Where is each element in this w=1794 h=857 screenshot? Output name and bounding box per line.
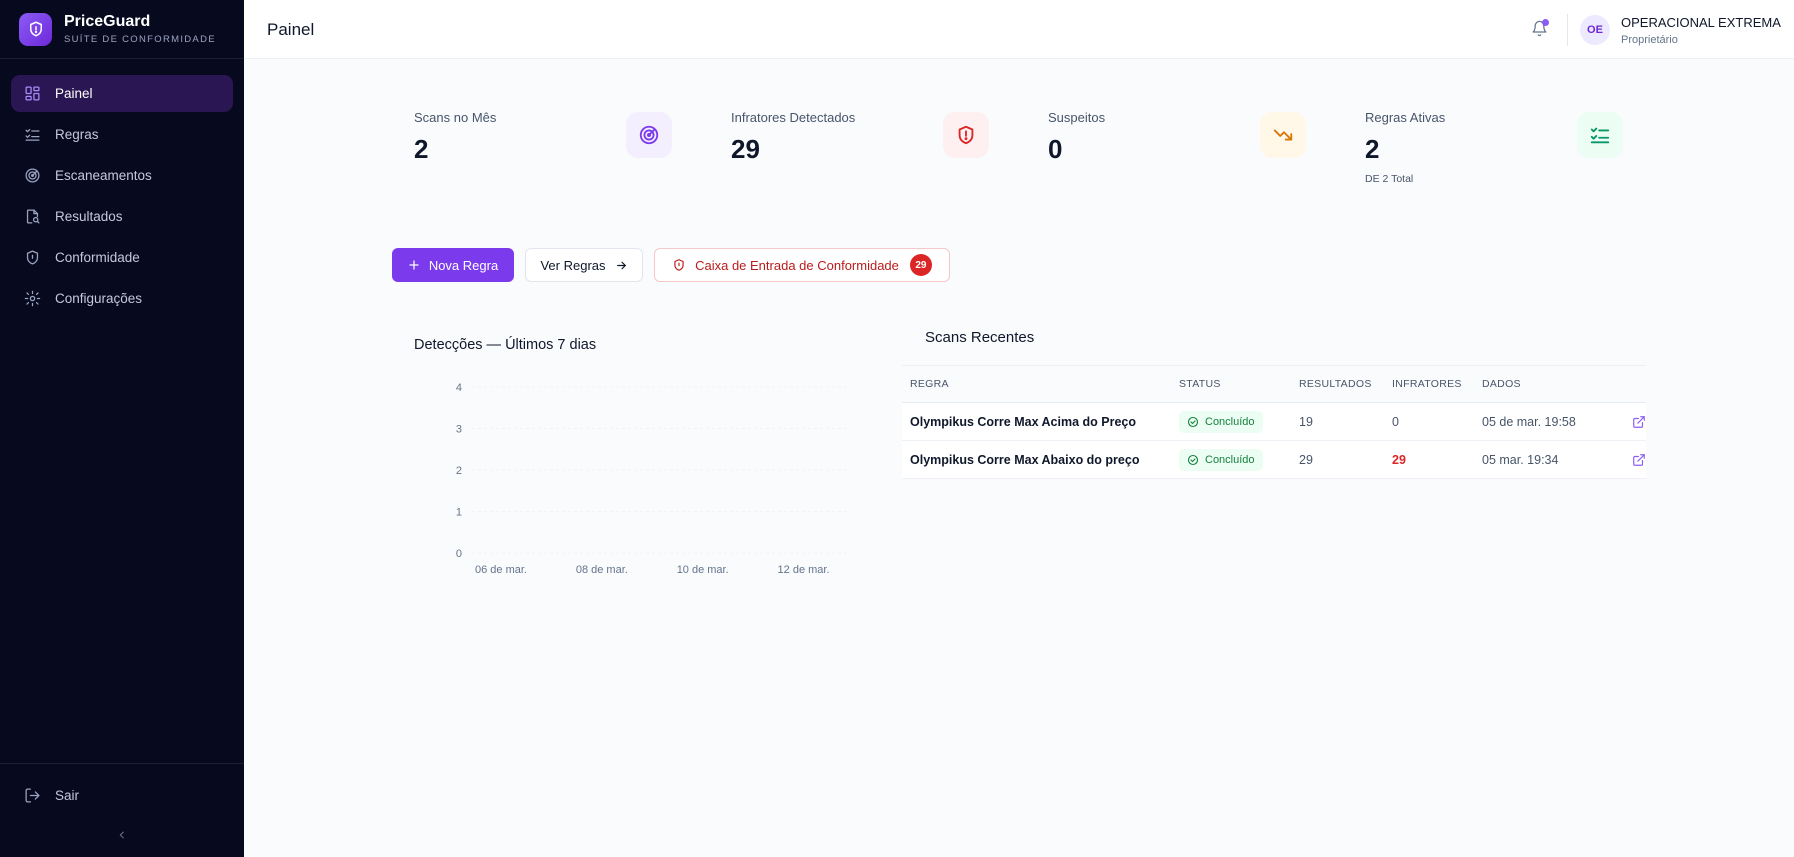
new-rule-label: Nova Regra	[428, 257, 499, 273]
radar-icon	[23, 167, 41, 185]
header-divider	[1567, 14, 1568, 46]
view-rules-button[interactable]: Ver Regras	[525, 248, 643, 282]
radar-icon	[626, 112, 672, 158]
gear-icon	[23, 290, 41, 308]
column-header-status: STATUS	[1179, 378, 1221, 390]
open-external-button[interactable]	[1612, 415, 1646, 429]
compliance-inbox-button[interactable]: Caixa de Entrada de Conformidade 29	[654, 248, 950, 282]
brand: PriceGuard SUÍTE DE CONFORMIDADE	[0, 0, 244, 59]
compliance-inbox-label: Caixa de Entrada de Conformidade	[695, 257, 899, 273]
external-link-icon	[1633, 415, 1645, 428]
x-tick-label: 06 de mar.	[475, 564, 527, 575]
results-count: 19	[1299, 414, 1313, 429]
stat-card-infratores: Infratores Detectados 29	[731, 110, 1011, 165]
check-circle-icon	[1187, 416, 1199, 427]
status-text: Concluído	[1205, 415, 1255, 428]
view-rules-label: Ver Regras	[540, 257, 606, 273]
column-header-rule: REGRA	[910, 378, 949, 390]
collapse-sidebar-button[interactable]	[114, 827, 130, 843]
plus-icon	[408, 259, 420, 271]
top-header: Painel OE OPERACIONAL EXTREMA Proprietár…	[244, 0, 1794, 59]
avatar[interactable]: OE	[1580, 15, 1610, 45]
x-tick-label: 12 de mar.	[778, 564, 830, 575]
stat-card-regras-ativas: Regras Ativas 2 DE 2 Total	[1365, 110, 1645, 185]
column-header-results: RESULTADOS	[1299, 378, 1372, 390]
shield-icon	[23, 249, 41, 267]
external-link-icon	[1633, 453, 1645, 466]
y-tick-label: 0	[456, 548, 462, 560]
rule-name: Olympikus Corre Max Abaixo do preço	[910, 452, 1140, 467]
logout-button[interactable]: Sair	[0, 780, 244, 810]
stat-subtext: DE 2 Total	[1365, 173, 1414, 185]
sidebar-item-escaneamentos[interactable]: Escaneamentos	[11, 157, 233, 194]
sidebar-item-label: Regras	[55, 127, 99, 142]
list-check-icon	[1577, 112, 1623, 158]
stat-card-scans: Scans no Mês 2	[414, 110, 694, 165]
table-header: REGRA STATUS RESULTADOS INFRATORES DADOS	[902, 365, 1646, 403]
shield-logo-icon	[19, 12, 52, 46]
dashboard-grid-icon	[23, 85, 41, 103]
shield-alert-icon	[672, 258, 686, 272]
column-header-violators: INFRATORES	[1392, 378, 1462, 390]
user-role: Proprietário	[1621, 34, 1678, 46]
sidebar-item-label: Escaneamentos	[55, 168, 152, 183]
check-circle-icon	[1187, 454, 1199, 465]
logout-icon	[23, 786, 41, 804]
column-header-date: DADOS	[1482, 378, 1521, 390]
sidebar-nav: Painel Regras Escaneamentos Resultados C…	[0, 59, 244, 317]
page-title: Painel	[267, 20, 315, 39]
y-tick-label: 4	[456, 382, 462, 394]
status-badge: Concluído	[1179, 448, 1263, 471]
sidebar: PriceGuard SUÍTE DE CONFORMIDADE Painel …	[0, 0, 244, 857]
sidebar-item-label: Conformidade	[55, 250, 140, 265]
brand-name: PriceGuard	[64, 13, 151, 30]
notifications-button[interactable]	[1531, 19, 1549, 38]
sidebar-item-painel[interactable]: Painel	[11, 75, 233, 112]
recent-scans-title: Scans Recentes	[925, 329, 1035, 346]
stat-card-suspeitos: Suspeitos 0	[1048, 110, 1328, 165]
chevron-left-icon	[119, 831, 124, 839]
status-badge: Concluído	[1179, 410, 1263, 433]
brand-subtitle: SUÍTE DE CONFORMIDADE	[64, 34, 216, 45]
sidebar-item-label: Configurações	[55, 291, 143, 306]
shield-alert-icon	[943, 112, 989, 158]
file-search-icon	[23, 208, 41, 226]
table-row[interactable]: Olympikus Corre Max Abaixo do preço Conc…	[902, 441, 1646, 479]
y-tick-label: 2	[456, 465, 462, 477]
x-tick-label: 08 de mar.	[576, 564, 628, 575]
scan-date: 05 mar. 19:34	[1482, 452, 1559, 467]
new-rule-button[interactable]: Nova Regra	[392, 248, 514, 282]
sidebar-item-label: Painel	[55, 86, 93, 101]
violators-count: 0	[1392, 414, 1399, 429]
inbox-count-badge: 29	[909, 254, 932, 276]
sidebar-item-regras[interactable]: Regras	[11, 116, 233, 153]
list-check-icon	[23, 126, 41, 144]
recent-scans-table: REGRA STATUS RESULTADOS INFRATORES DADOS…	[902, 365, 1646, 479]
y-tick-label: 1	[456, 507, 462, 519]
sidebar-item-configuracoes[interactable]: Configurações	[11, 280, 233, 317]
open-external-button[interactable]	[1612, 453, 1646, 467]
status-text: Concluído	[1205, 453, 1255, 466]
results-count: 29	[1299, 452, 1313, 467]
violators-count: 29	[1392, 452, 1406, 467]
chart-title: Detecções — Últimos 7 dias	[414, 337, 597, 353]
sidebar-footer: Sair	[0, 763, 244, 857]
notification-dot	[1542, 19, 1549, 26]
rule-name: Olympikus Corre Max Acima do Preço	[910, 414, 1137, 429]
y-tick-label: 3	[456, 424, 462, 436]
sidebar-item-conformidade[interactable]: Conformidade	[11, 239, 233, 276]
detections-chart: 0 1 2 3 4 06 de mar. 08 de mar. 10 de mar. 12 de…	[456, 382, 850, 575]
logout-label: Sair	[55, 787, 80, 803]
trending-down-icon	[1260, 112, 1306, 158]
scan-date: 05 de mar. 19:58	[1482, 414, 1576, 429]
x-tick-label: 10 de mar.	[677, 564, 729, 575]
table-row[interactable]: Olympikus Corre Max Acima do Preço Concl…	[902, 403, 1646, 441]
arrow-right-icon	[615, 259, 628, 272]
sidebar-item-label: Resultados	[55, 209, 123, 224]
sidebar-item-resultados[interactable]: Resultados	[11, 198, 233, 235]
user-name: OPERACIONAL EXTREMA	[1621, 15, 1781, 30]
